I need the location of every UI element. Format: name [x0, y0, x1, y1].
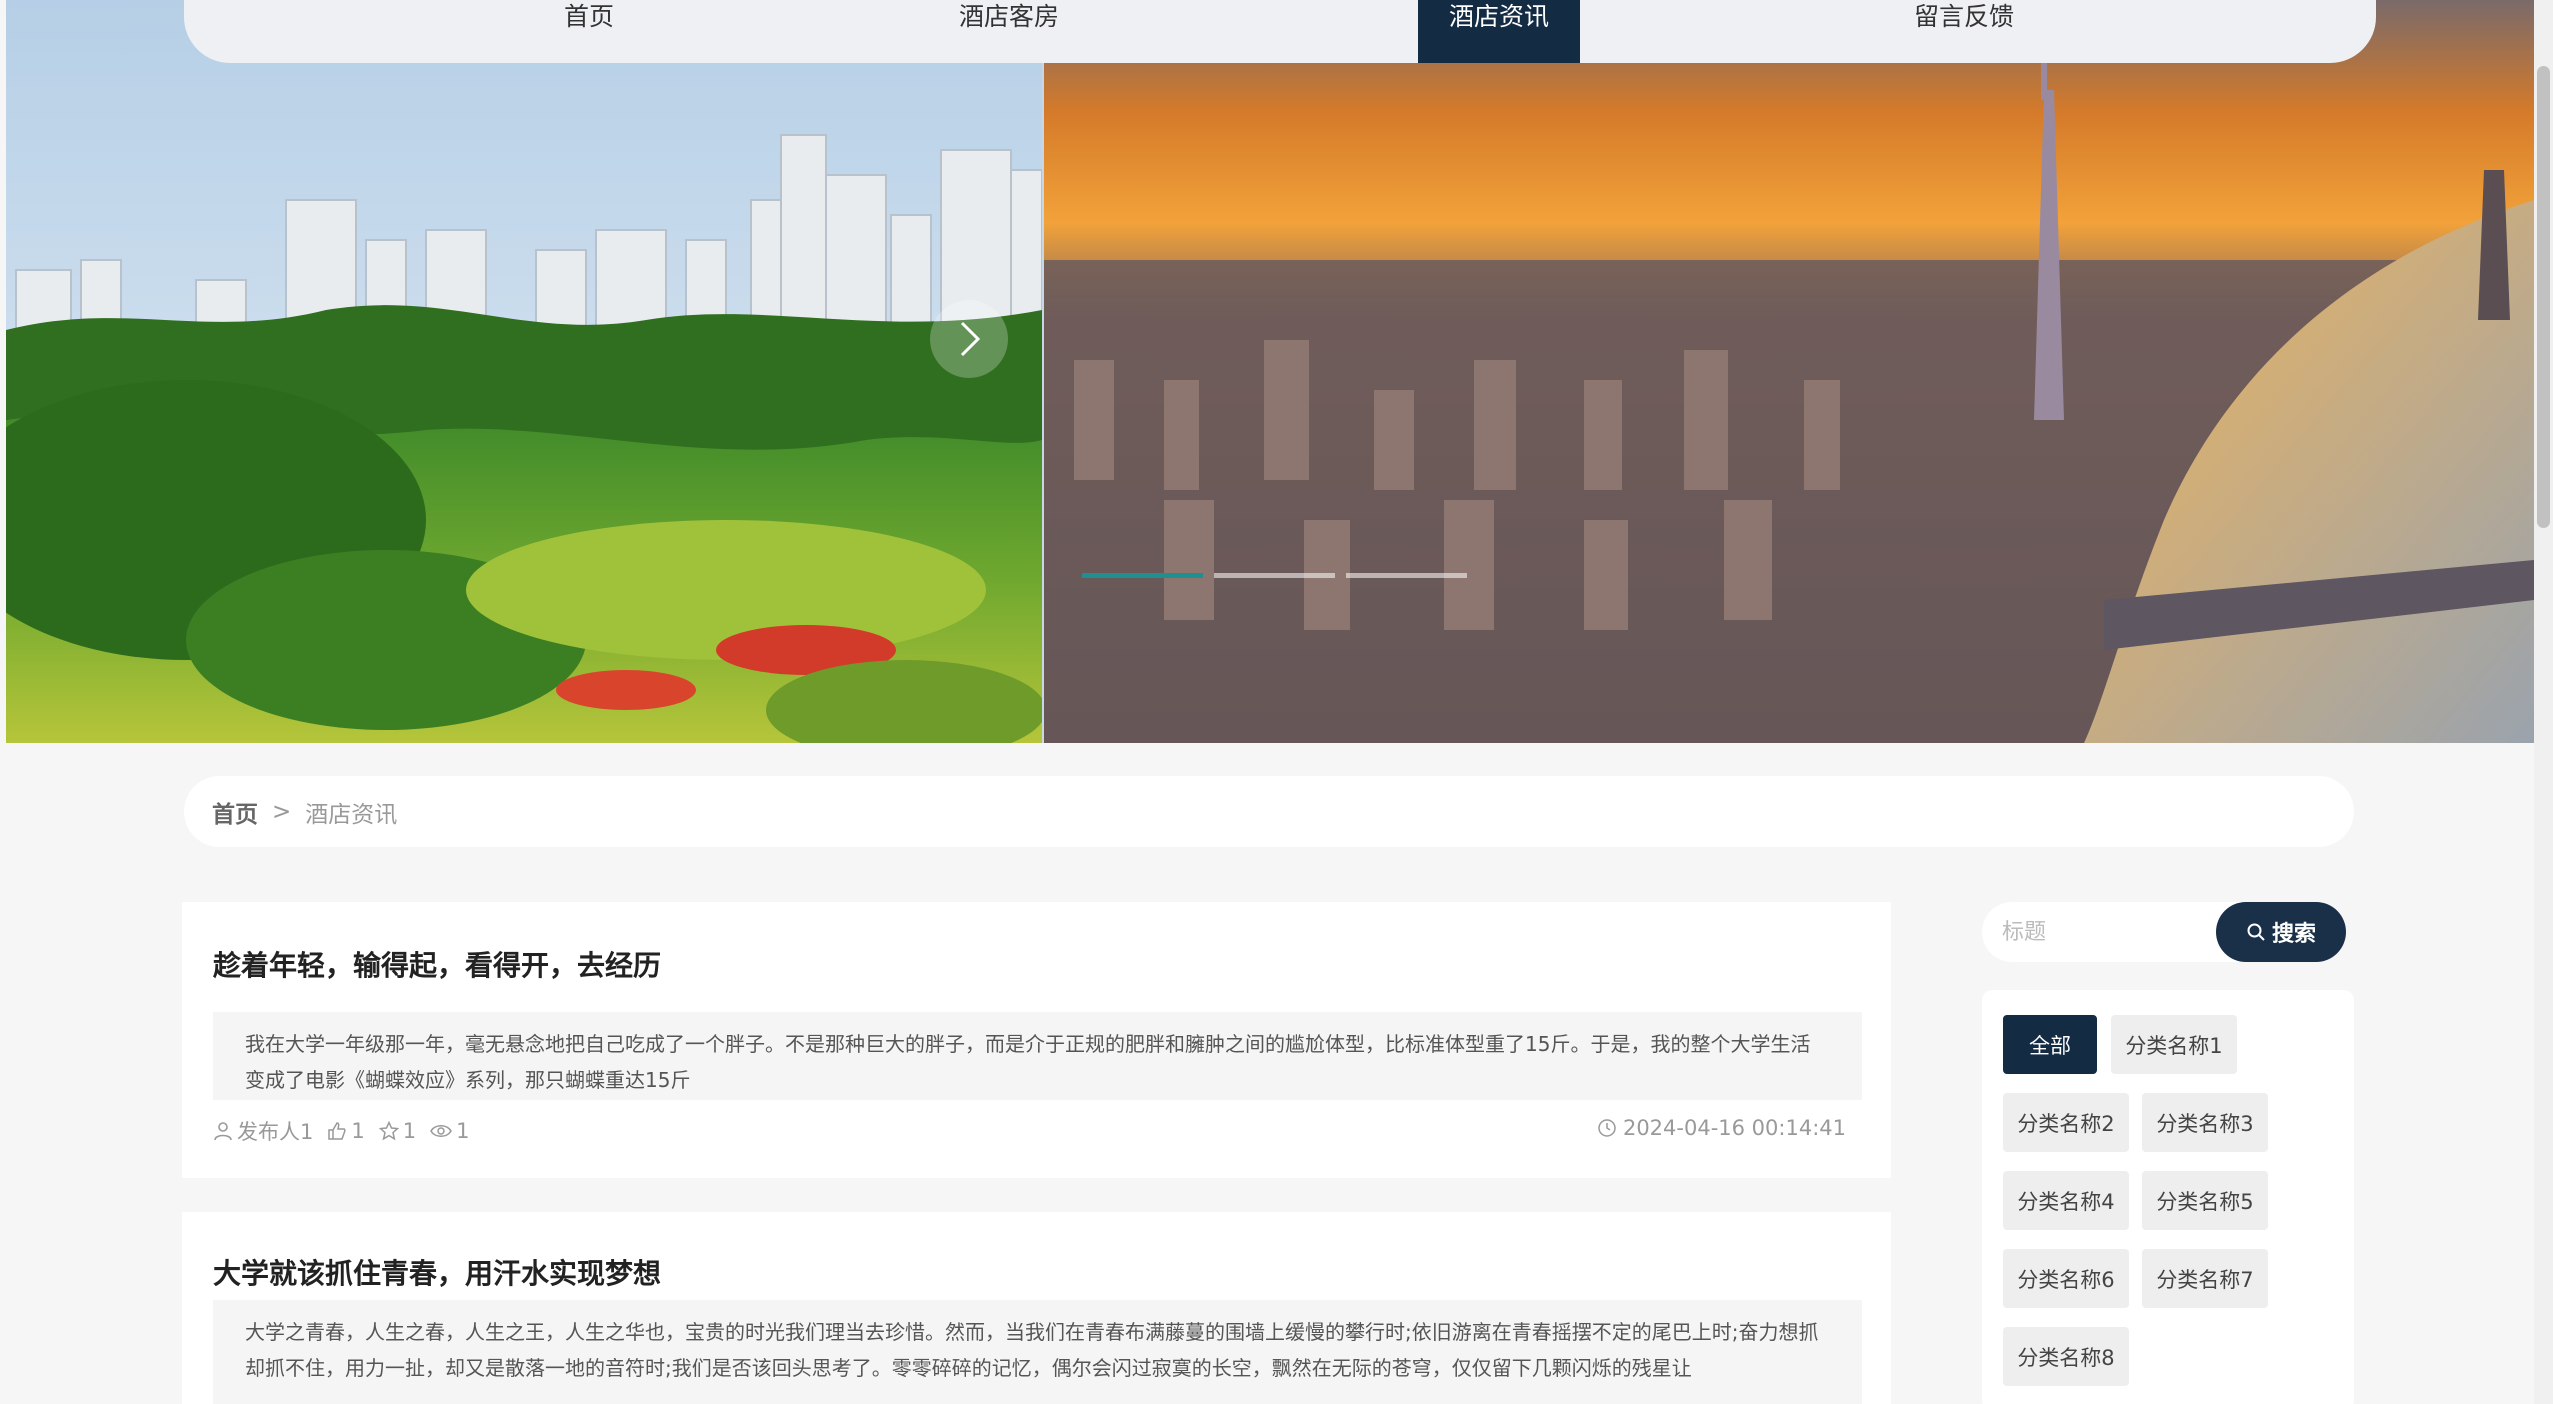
search-box: 搜索	[1982, 902, 2346, 962]
category-item[interactable]: 分类名称2	[2003, 1093, 2129, 1152]
news-likes: 1	[327, 1119, 365, 1143]
category-item[interactable]: 分类名称7	[2142, 1249, 2268, 1308]
nav-item-feedback[interactable]: 留言反馈	[1874, 0, 2054, 63]
chevron-right-icon	[960, 321, 981, 357]
main-nav: 首页 酒店客房 酒店资讯 留言反馈	[184, 0, 2376, 63]
news-author-name: 发布人1	[237, 1120, 314, 1144]
news-summary: 大学之青春，人生之春，人生之王，人生之华也，宝贵的时光我们理当去珍惜。然而，当我…	[213, 1300, 1862, 1404]
clock-icon	[1598, 1119, 1616, 1137]
category-item[interactable]: 分类名称6	[2003, 1249, 2129, 1308]
news-title[interactable]: 趁着年轻，输得起，看得开，去经历	[213, 944, 661, 984]
banner-dot-1[interactable]	[1082, 573, 1203, 578]
search-button-label: 搜索	[2271, 922, 2316, 947]
user-icon	[214, 1122, 232, 1141]
news-likes-count: 1	[351, 1119, 365, 1143]
news-date-text: 2024-04-16 00:14:41	[1622, 1116, 1846, 1140]
news-favorites-count: 1	[402, 1119, 417, 1143]
breadcrumb: 首页 > 酒店资讯	[184, 776, 2354, 847]
search-button[interactable]: 搜索	[2216, 902, 2346, 962]
nav-item-home[interactable]: 首页	[514, 0, 664, 63]
news-date: 2024-04-16 00:14:41	[1597, 1116, 1846, 1140]
news-favorites: 1	[378, 1119, 417, 1143]
banner-next-button[interactable]	[930, 300, 1008, 378]
banner-slide-city-sunset	[1044, 0, 2534, 743]
category-item[interactable]: 分类名称1	[2111, 1015, 2237, 1074]
banner-dot-3[interactable]	[1346, 573, 1467, 578]
banner-slide-park	[6, 0, 1042, 743]
breadcrumb-home[interactable]: 首页	[212, 795, 258, 829]
eye-icon	[430, 1125, 452, 1137]
news-title[interactable]: 大学就该抓住青春，用汗水实现梦想	[213, 1252, 661, 1292]
nav-item-label: 酒店资讯	[1448, 2, 1549, 31]
nav-item-label: 酒店客房	[958, 2, 1059, 31]
breadcrumb-separator: >	[272, 798, 292, 825]
banner-pagination	[1082, 573, 1467, 578]
nav-item-label: 留言反馈	[1913, 2, 2014, 31]
category-item[interactable]: 分类名称4	[2003, 1171, 2129, 1230]
category-item[interactable]: 分类名称3	[2142, 1093, 2268, 1152]
banner-carousel[interactable]	[6, 0, 2534, 743]
category-item[interactable]: 分类名称5	[2142, 1171, 2268, 1230]
breadcrumb-current: 酒店资讯	[305, 801, 398, 828]
category-panel: 全部 分类名称1 分类名称2 分类名称3 分类名称4 分类名称5 分类名称6 分…	[1982, 990, 2354, 1404]
news-card[interactable]: 趁着年轻，输得起，看得开，去经历 我在大学一年级那一年，毫无悬念地把自己吃成了一…	[182, 902, 1891, 1178]
category-all[interactable]: 全部	[2003, 1015, 2097, 1074]
category-item[interactable]: 分类名称8	[2003, 1327, 2129, 1386]
banner-dot-2[interactable]	[1214, 573, 1335, 578]
news-views-count: 1	[456, 1119, 470, 1143]
news-meta: 发布人1 1 1 1	[213, 1116, 470, 1146]
news-card[interactable]: 大学就该抓住青春，用汗水实现梦想 大学之青春，人生之春，人生之王，人生之华也，宝…	[182, 1212, 1891, 1404]
news-summary: 我在大学一年级那一年，毫无悬念地把自己吃成了一个胖子。不是那种巨大的胖子，而是介…	[213, 1012, 1862, 1100]
nav-item-news[interactable]: 酒店资讯	[1418, 0, 1580, 63]
news-author: 发布人1	[213, 1116, 313, 1146]
news-views: 1	[430, 1119, 470, 1143]
nav-item-rooms[interactable]: 酒店客房	[919, 0, 1099, 63]
search-input[interactable]	[2002, 902, 2202, 962]
thumbs-up-icon	[328, 1122, 346, 1140]
nav-item-label: 首页	[563, 2, 614, 31]
page-scrollbar-thumb[interactable]	[2537, 66, 2550, 528]
search-icon	[2247, 923, 2265, 941]
star-icon	[378, 1121, 399, 1141]
